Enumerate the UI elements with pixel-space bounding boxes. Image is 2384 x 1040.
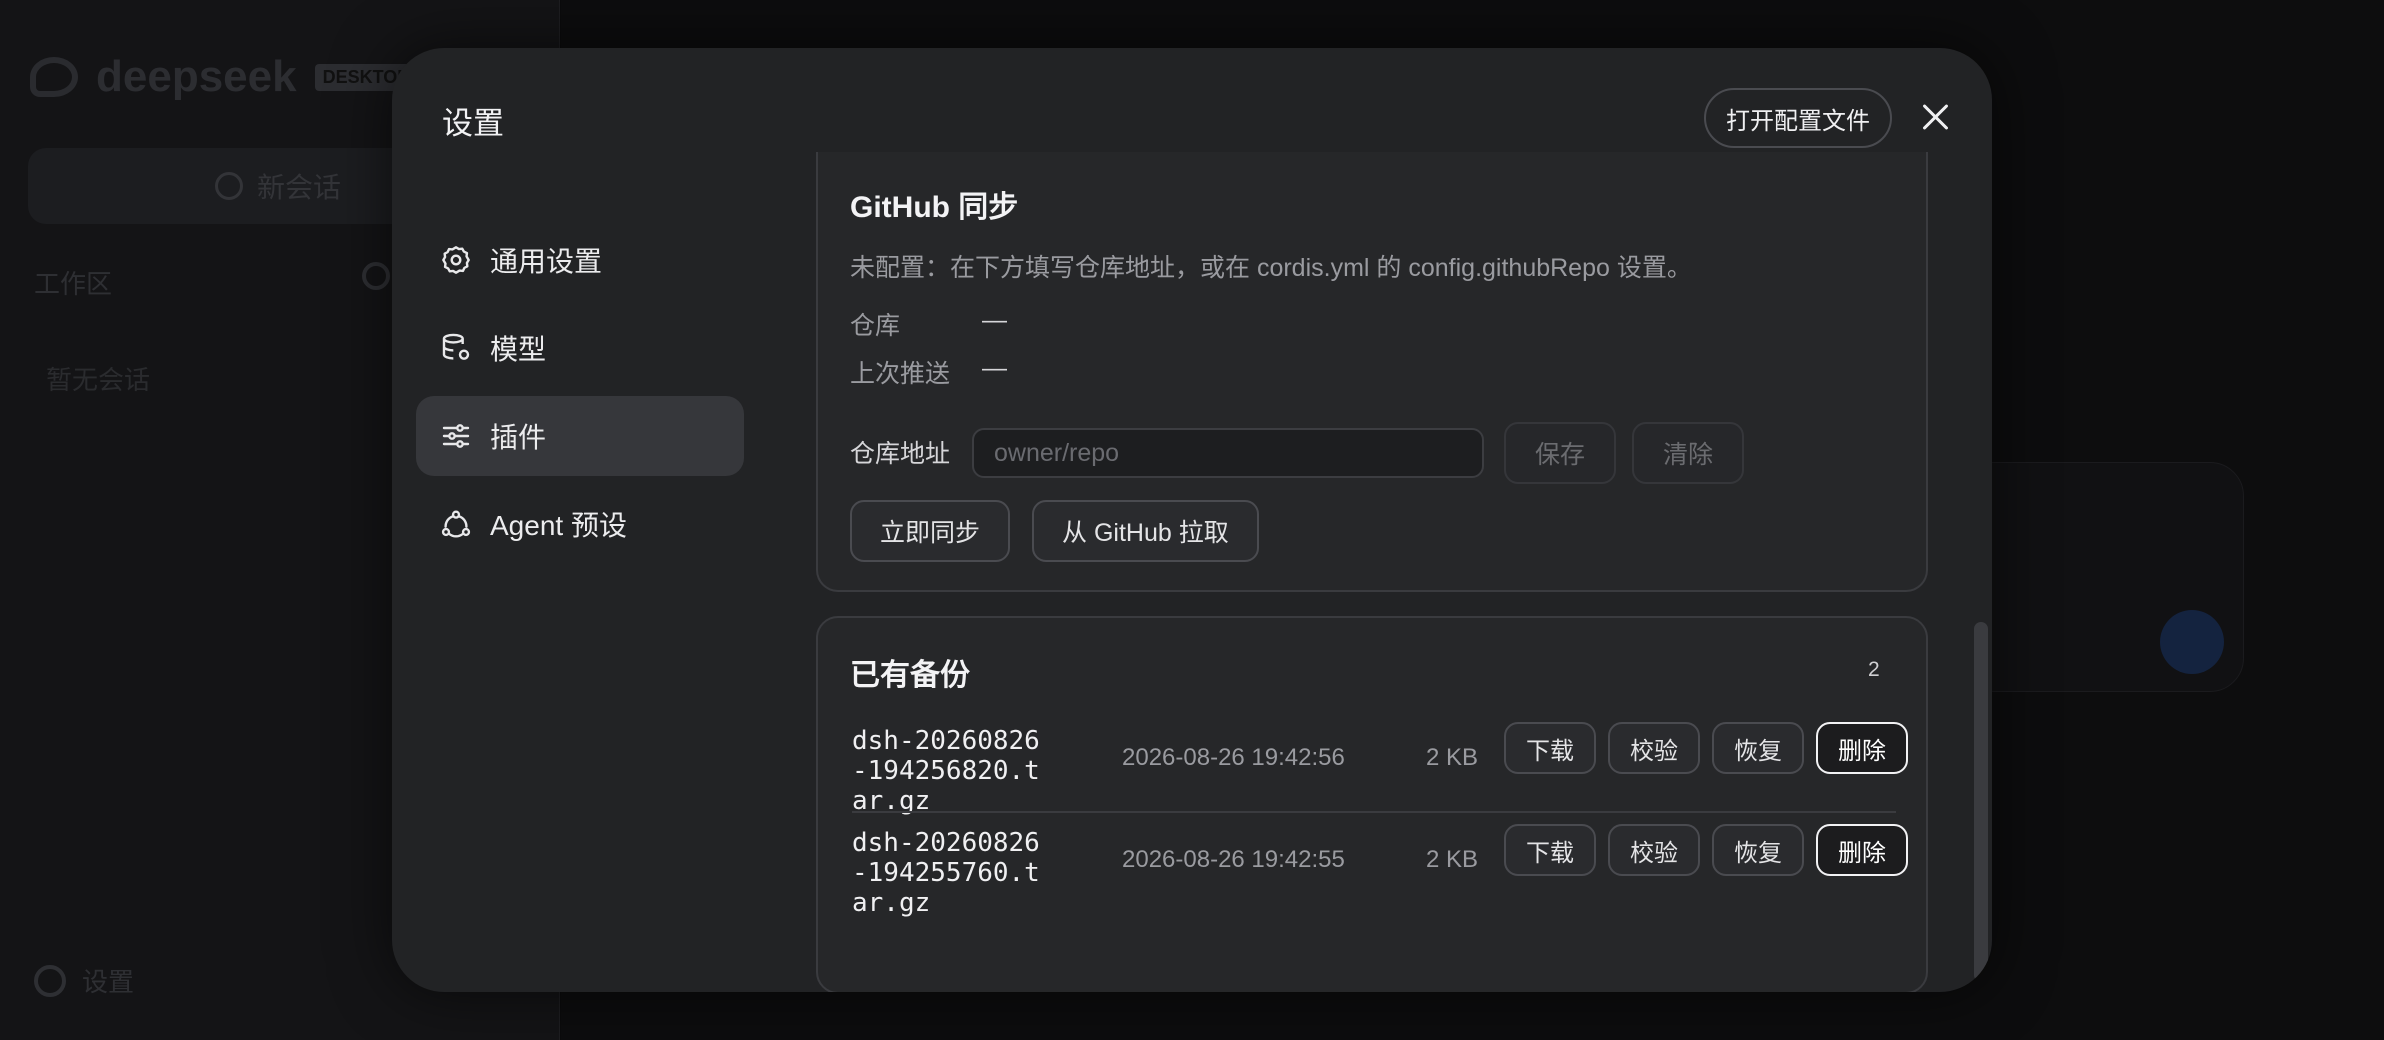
restore-button[interactable]: 恢复 bbox=[1712, 824, 1804, 876]
delete-button[interactable]: 删除 bbox=[1816, 824, 1908, 876]
new-chat-label: 新会话 bbox=[256, 172, 341, 203]
delete-button[interactable]: 删除 bbox=[1816, 722, 1908, 774]
nav-item-models[interactable]: 模型 bbox=[416, 308, 744, 388]
gear-icon bbox=[442, 246, 470, 274]
logo-icon bbox=[30, 57, 78, 97]
pull-from-github-button[interactable]: 从 GitHub 拉取 bbox=[1032, 500, 1259, 562]
settings-modal: 设置 打开配置文件 通用设置 模型 插件 Agent 预设 GitHub 同步 … bbox=[392, 48, 1992, 992]
database-icon bbox=[442, 333, 470, 360]
sync-now-button[interactable]: 立即同步 bbox=[850, 500, 1011, 562]
nav-item-plugins[interactable]: 插件 bbox=[416, 396, 744, 476]
modal-title: 设置 bbox=[442, 106, 504, 141]
github-sync-card: GitHub 同步 未配置：在下方填写仓库地址，或在 cordis.yml 的 … bbox=[816, 152, 1928, 592]
workspace-label: 工作区 bbox=[34, 269, 113, 299]
last-push-value: — bbox=[982, 354, 1007, 382]
sidebar-settings-label: 设置 bbox=[82, 967, 135, 997]
backup-date: 2026-08-26 19:42:55 bbox=[1122, 846, 1345, 873]
nav-item-general[interactable]: 通用设置 bbox=[416, 220, 744, 300]
send-button-bg bbox=[2160, 610, 2224, 674]
github-sync-title: GitHub 同步 bbox=[850, 191, 1019, 224]
download-button[interactable]: 下载 bbox=[1504, 722, 1596, 774]
backups-count: 2 bbox=[1868, 658, 1880, 681]
github-sync-description: 未配置：在下方填写仓库地址，或在 cordis.yml 的 config.git… bbox=[850, 254, 1692, 282]
agent-icon bbox=[441, 510, 471, 538]
search-icon bbox=[362, 262, 390, 290]
backups-title: 已有备份 bbox=[850, 659, 970, 692]
backup-row: dsh-20260826-194255760.tar.gz 2026-08-26… bbox=[852, 824, 1908, 924]
settings-nav: 通用设置 模型 插件 Agent 预设 bbox=[416, 220, 744, 572]
last-push-label: 上次推送 bbox=[850, 360, 951, 388]
repo-value: — bbox=[982, 306, 1007, 334]
sidebar-settings: 设置 bbox=[34, 962, 134, 999]
repo-url-label: 仓库地址 bbox=[850, 440, 951, 468]
backups-card: 已有备份 2 dsh-20260826-194256820.tar.gz 202… bbox=[816, 616, 1928, 992]
open-config-button[interactable]: 打开配置文件 bbox=[1704, 88, 1892, 148]
save-button[interactable]: 保存 bbox=[1504, 422, 1616, 484]
verify-button[interactable]: 校验 bbox=[1608, 824, 1700, 876]
backup-size: 2 KB bbox=[1426, 744, 1479, 771]
plus-circle-icon bbox=[214, 172, 243, 200]
nav-label-models: 模型 bbox=[490, 334, 547, 365]
scrollbar[interactable] bbox=[1974, 622, 1988, 982]
backup-filename: dsh-20260826-194255760.tar.gz bbox=[852, 828, 1040, 918]
clear-button[interactable]: 清除 bbox=[1632, 422, 1744, 484]
nav-item-agent-presets[interactable]: Agent 预设 bbox=[416, 484, 744, 564]
logo-text: deepseek bbox=[96, 52, 297, 101]
app-logo: deepseek DESKTOP bbox=[30, 52, 418, 102]
nav-label-general: 通用设置 bbox=[490, 246, 603, 277]
restore-button[interactable]: 恢复 bbox=[1712, 722, 1804, 774]
download-button[interactable]: 下载 bbox=[1504, 824, 1596, 876]
repo-url-input[interactable] bbox=[972, 428, 1484, 478]
gear-icon bbox=[34, 964, 66, 997]
backup-size: 2 KB bbox=[1426, 846, 1479, 873]
empty-sessions-label: 暂无会话 bbox=[46, 365, 151, 395]
backup-date: 2026-08-26 19:42:56 bbox=[1122, 744, 1345, 771]
verify-button[interactable]: 校验 bbox=[1608, 722, 1700, 774]
backup-filename: dsh-20260826-194256820.tar.gz bbox=[852, 726, 1040, 816]
backup-row: dsh-20260826-194256820.tar.gz 2026-08-26… bbox=[852, 722, 1908, 822]
repo-label: 仓库 bbox=[850, 312, 901, 340]
nav-label-plugins: 插件 bbox=[490, 422, 547, 453]
nav-label-agent-presets: Agent 预设 bbox=[490, 510, 627, 541]
sliders-icon bbox=[442, 424, 470, 448]
close-icon[interactable] bbox=[1918, 100, 1952, 134]
row-divider bbox=[852, 811, 1896, 813]
